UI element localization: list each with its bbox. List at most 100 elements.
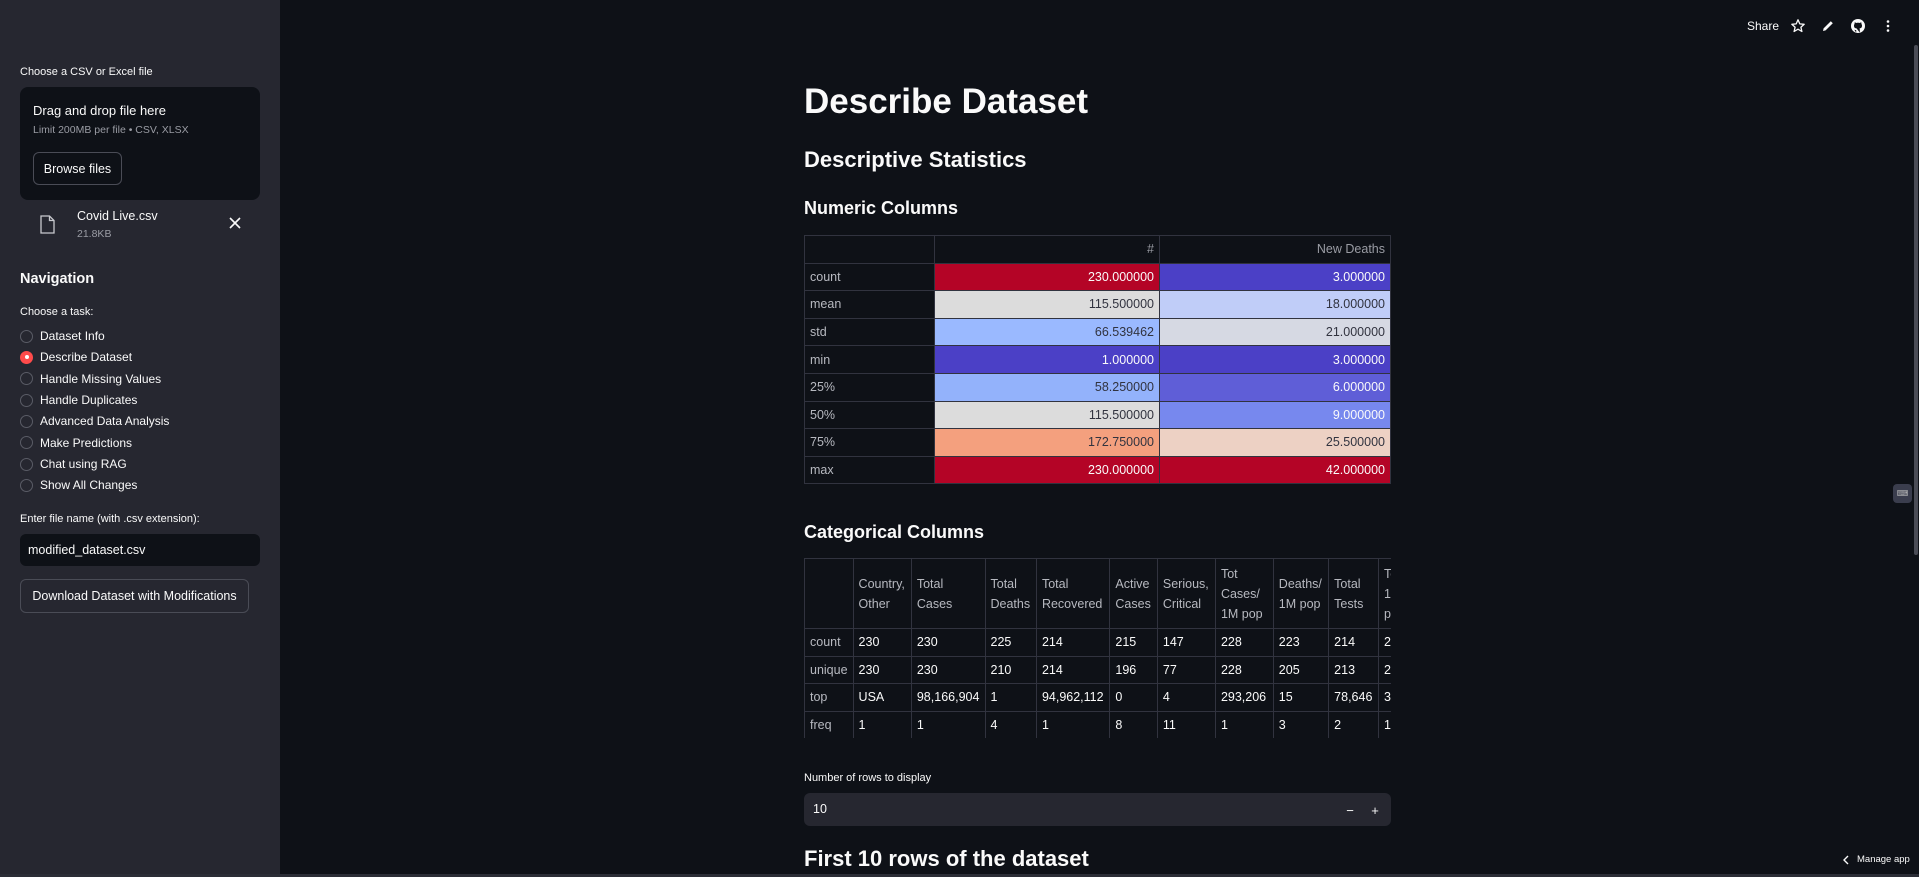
column-header: Tot Cases/ 1M pop xyxy=(1214,558,1274,629)
table-header-row: # New Deaths xyxy=(804,235,1391,264)
rows-number-input[interactable]: 10 − + xyxy=(804,793,1391,826)
radio-button[interactable] xyxy=(20,478,33,492)
table-row: unique23023021021419677228205213214 xyxy=(804,655,1391,685)
table-cell: 213 xyxy=(1328,655,1379,685)
increment-button[interactable]: + xyxy=(1365,800,1385,820)
table-cell: 3 xyxy=(1272,710,1330,738)
row-label: unique xyxy=(804,655,854,685)
table-cell: 230 xyxy=(852,655,912,685)
radio-describe-dataset[interactable]: Describe Dataset xyxy=(20,347,260,367)
pencil-icon[interactable] xyxy=(1820,18,1836,34)
table-cell: 1 xyxy=(1035,710,1111,738)
row-label: min xyxy=(804,345,935,374)
more-options-icon[interactable] xyxy=(1880,18,1896,34)
column-header: # xyxy=(934,235,1160,264)
table-row: count 230.000000 3.000000 xyxy=(804,262,1391,292)
column-header: Deaths/ 1M pop xyxy=(1272,558,1330,629)
table-cell: 214 xyxy=(1035,628,1111,657)
download-dataset-button[interactable]: Download Dataset with Modifications xyxy=(20,579,249,613)
star-icon[interactable] xyxy=(1790,18,1806,34)
manage-app-button[interactable]: Manage app xyxy=(1842,854,1910,865)
radio-label: Handle Duplicates xyxy=(40,393,138,407)
manage-app-label: Manage app xyxy=(1857,854,1910,865)
file-dropzone[interactable]: Drag and drop file here Limit 200MB per … xyxy=(20,87,260,200)
column-header: New Deaths xyxy=(1159,235,1391,264)
table-row: 75% 172.750000 25.500000 xyxy=(804,428,1391,457)
radio-handle-duplicates[interactable]: Handle Duplicates xyxy=(20,390,260,410)
radio-label: Handle Missing Values xyxy=(40,371,162,386)
table-row: std 66.539462 21.000000 xyxy=(804,317,1391,347)
table-cell: 18.000000 xyxy=(1159,290,1391,319)
table-cell: 293,206 xyxy=(1214,683,1274,712)
sidebar: Choose a CSV or Excel file Drag and drop… xyxy=(0,0,280,877)
radio-button[interactable] xyxy=(20,329,33,343)
table-cell: USA xyxy=(852,683,912,712)
table-cell: 66.539462 xyxy=(934,317,1160,347)
table-cell: 228 xyxy=(1214,628,1274,657)
radio-advanced-data-analysis[interactable]: Advanced Data Analysis xyxy=(20,411,260,431)
table-cell: 21.000000 xyxy=(1159,317,1391,347)
decrement-button[interactable]: − xyxy=(1340,800,1360,820)
filename-input[interactable]: modified_dataset.csv xyxy=(20,534,260,566)
table-cell: 214 xyxy=(1328,628,1379,657)
radio-button[interactable] xyxy=(20,372,33,385)
radio-button[interactable] xyxy=(20,436,33,449)
table-cell: 115.500000 xyxy=(934,290,1160,319)
radio-button[interactable] xyxy=(20,414,33,428)
scrollbar[interactable] xyxy=(1914,45,1918,555)
table-cell: 15 xyxy=(1272,683,1330,712)
table-cell: 77 xyxy=(1156,655,1216,685)
numeric-columns-heading: Numeric Columns xyxy=(804,198,959,218)
browse-files-button[interactable]: Browse files xyxy=(33,152,122,185)
table-cell: 1 xyxy=(1214,710,1274,738)
radio-show-all-changes[interactable]: Show All Changes xyxy=(20,475,260,495)
table-row: 50% 115.500000 9.000000 xyxy=(804,400,1391,430)
table-cell: 228 xyxy=(1214,655,1274,685)
section-title: Descriptive Statistics xyxy=(804,147,1027,172)
radio-button-selected[interactable] xyxy=(20,350,33,364)
table-cell: 230.000000 xyxy=(934,262,1160,292)
table-cell: 230 xyxy=(852,628,912,657)
share-button[interactable]: Share xyxy=(1747,19,1779,33)
dropzone-limit: Limit 200MB per file • CSV, XLSX xyxy=(33,124,189,136)
column-header: Active Cases xyxy=(1109,558,1158,629)
keyboard-icon[interactable]: ⌨ xyxy=(1893,484,1912,503)
row-label: 75% xyxy=(804,428,935,457)
row-label: count xyxy=(804,262,935,292)
radio-label: Make Predictions xyxy=(40,435,133,450)
table-cell: 3.000000 xyxy=(1159,262,1391,292)
close-icon[interactable] xyxy=(228,216,242,230)
table-cell: 25.500000 xyxy=(1159,428,1391,457)
table-cell: 9.000000 xyxy=(1159,400,1391,430)
table-cell: 94,962,112 xyxy=(1035,683,1111,712)
radio-label: Describe Dataset xyxy=(40,350,133,364)
chevron-left-icon xyxy=(1843,855,1849,864)
github-icon[interactable] xyxy=(1850,18,1866,34)
categorical-table-container[interactable]: Country, Other Total Cases Total Deaths Tot… xyxy=(804,558,1391,738)
table-row: max 230.000000 42.000000 xyxy=(804,455,1391,485)
table-cell: 230 xyxy=(910,655,986,685)
row-label: top xyxy=(804,683,854,712)
radio-chat-using-rag[interactable]: Chat using RAG xyxy=(20,454,260,474)
table-row: count230230225214215147228223214214 xyxy=(804,628,1391,657)
radio-button[interactable] xyxy=(20,393,33,407)
radio-make-predictions[interactable]: Make Predictions xyxy=(20,433,260,453)
table-cell: 1.000000 xyxy=(934,345,1160,374)
table-cell: 1 xyxy=(852,710,912,738)
table-cell: 115.500000 xyxy=(934,400,1160,430)
table-cell: 1 xyxy=(1377,710,1391,738)
table-cell: 210 xyxy=(984,655,1037,685)
table-cell: 172.750000 xyxy=(934,428,1160,457)
table-cell: 214 xyxy=(1035,655,1111,685)
column-header: Total Recovered xyxy=(1035,558,1111,629)
rows-number-value[interactable]: 10 xyxy=(813,802,827,816)
table-cell: 230.000000 xyxy=(934,455,1160,485)
radio-button[interactable] xyxy=(20,457,33,471)
radio-dataset-info[interactable]: Dataset Info xyxy=(20,326,260,346)
table-cell: 6.000000 xyxy=(1159,372,1391,402)
table-cell: 147 xyxy=(1156,628,1216,657)
table-cell: 230 xyxy=(910,628,986,657)
table-row: min 1.000000 3.000000 xyxy=(804,345,1391,374)
row-label: count xyxy=(804,628,854,657)
radio-handle-missing-values[interactable]: Handle Missing Values xyxy=(20,369,260,389)
